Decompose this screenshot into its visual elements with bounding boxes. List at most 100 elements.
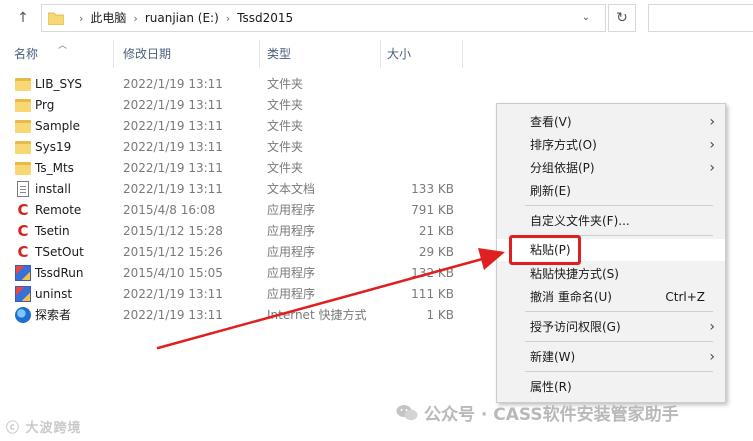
file-row[interactable]: Sample 2022/1/19 13:11 文件夹 <box>10 116 480 137</box>
chevron-right-icon: › <box>709 137 715 153</box>
file-size: 1 KB <box>426 308 454 322</box>
file-row[interactable]: C Tsetin 2015/1/12 15:28 应用程序 21 KB <box>10 221 480 242</box>
paste-highlight-box <box>509 235 581 265</box>
column-divider[interactable] <box>259 40 260 68</box>
breadcrumb-item[interactable]: ruanjian (E:) <box>145 11 219 25</box>
folder-icon <box>15 120 31 133</box>
file-type: 应用程序 <box>267 245 316 259</box>
menu-shortcut: Ctrl+Z <box>665 290 705 304</box>
file-size: 791 KB <box>411 203 454 217</box>
file-name: Ts_Mts <box>35 161 74 175</box>
menu-separator <box>525 341 713 342</box>
file-name: Tsetin <box>35 224 70 238</box>
file-size: 132 KB <box>411 266 454 280</box>
chevron-right-icon: › <box>709 160 715 176</box>
file-date: 2022/1/19 13:11 <box>123 98 223 112</box>
menu-item-sort-by[interactable]: 排序方式(O) › <box>497 134 725 156</box>
file-name: TssdRun <box>35 266 84 280</box>
file-name: install <box>35 182 71 196</box>
file-name: LIB_SYS <box>35 77 83 91</box>
menu-separator <box>525 205 713 206</box>
wechat-icon <box>396 405 418 421</box>
file-type: Internet 快捷方式 <box>267 308 367 322</box>
file-size: 133 KB <box>411 182 454 196</box>
folder-icon <box>15 162 31 175</box>
file-name: Sys19 <box>35 140 72 154</box>
menu-item-paste-shortcut[interactable]: 粘贴快捷方式(S) <box>497 263 725 285</box>
file-row[interactable]: 探索者 2022/1/19 13:11 Internet 快捷方式 1 KB <box>10 305 480 326</box>
address-toolbar: ↑ › 此电脑 › ruanjian (E:) › Tssd2015 ⌄ ↻ <box>0 0 753 36</box>
column-header-type[interactable]: 类型 <box>267 40 291 68</box>
file-name: 探索者 <box>35 308 72 322</box>
up-arrow-icon[interactable]: ↑ <box>14 9 32 27</box>
grid-app-icon <box>15 286 31 302</box>
menu-item-properties[interactable]: 属性(R) <box>497 376 725 398</box>
menu-item-undo-rename[interactable]: 撤消 重命名(U) Ctrl+Z <box>497 286 725 308</box>
refresh-icon: ↻ <box>616 10 628 26</box>
address-bar[interactable]: › 此电脑 › ruanjian (E:) › Tssd2015 <box>41 4 606 32</box>
app-icon: C <box>17 243 29 261</box>
watermark-logo-icon: ⓒ <box>6 421 21 436</box>
column-divider[interactable] <box>380 40 381 68</box>
chevron-right-icon[interactable]: › <box>226 12 230 25</box>
file-type: 文件夹 <box>267 98 304 112</box>
file-type: 文本文档 <box>267 182 316 196</box>
chevron-right-icon[interactable]: › <box>133 12 137 25</box>
watermark-left: ⓒ 大波跨境 <box>6 421 82 436</box>
file-row[interactable]: install 2022/1/19 13:11 文本文档 133 KB <box>10 179 480 200</box>
menu-item-grant-access[interactable]: 授予访问权限(G) › <box>497 316 725 338</box>
column-header-modified[interactable]: 修改日期 <box>123 40 171 68</box>
file-row[interactable]: Sys19 2022/1/19 13:11 文件夹 <box>10 137 480 158</box>
chevron-right-icon: › <box>709 349 715 365</box>
file-date: 2022/1/19 13:11 <box>123 140 223 154</box>
search-input[interactable] <box>648 4 753 32</box>
file-row[interactable]: uninst 2022/1/19 13:11 应用程序 111 KB <box>10 284 480 305</box>
file-row[interactable]: Ts_Mts 2022/1/19 13:11 文件夹 <box>10 158 480 179</box>
grid-app-icon <box>15 265 31 281</box>
file-name: TSetOut <box>35 245 84 259</box>
column-divider[interactable] <box>462 40 463 68</box>
chevron-right-icon: › <box>709 114 715 130</box>
file-date: 2015/4/10 15:05 <box>123 266 223 280</box>
breadcrumb: › 此电脑 › ruanjian (E:) › Tssd2015 <box>72 5 293 31</box>
breadcrumb-item[interactable]: Tssd2015 <box>237 11 293 25</box>
menu-item-new[interactable]: 新建(W) › <box>497 346 725 368</box>
file-name: Prg <box>35 98 55 112</box>
column-divider[interactable] <box>113 40 114 68</box>
app-icon: C <box>17 222 29 240</box>
file-date: 2022/1/19 13:11 <box>123 182 223 196</box>
watermark-right: 公众号 · CASS软件安装管家助手 <box>396 400 679 425</box>
folder-icon <box>15 141 31 154</box>
folder-icon <box>15 78 31 91</box>
file-row[interactable]: Prg 2022/1/19 13:11 文件夹 <box>10 95 480 116</box>
file-size: 29 KB <box>418 245 454 259</box>
file-type: 应用程序 <box>267 203 316 217</box>
file-date: 2022/1/19 13:11 <box>123 287 223 301</box>
chevron-right-icon[interactable]: › <box>79 12 83 25</box>
chevron-right-icon: › <box>709 319 715 335</box>
menu-item-group-by[interactable]: 分组依据(P) › <box>497 157 725 179</box>
file-date: 2015/1/12 15:28 <box>123 224 223 238</box>
file-type: 文件夹 <box>267 140 304 154</box>
menu-item-view[interactable]: 查看(V) › <box>497 111 725 133</box>
app-icon: C <box>17 201 29 219</box>
column-header-name[interactable]: 名称 <box>14 40 38 68</box>
menu-item-customize-folder[interactable]: 自定义文件夹(F)... <box>497 210 725 232</box>
menu-item-refresh[interactable]: 刷新(E) <box>497 180 725 202</box>
file-date: 2022/1/19 13:11 <box>123 161 223 175</box>
refresh-button[interactable]: ↻ <box>608 4 636 32</box>
folder-icon <box>15 99 31 112</box>
column-header-size[interactable]: 大小 <box>387 40 411 68</box>
file-row[interactable]: TssdRun 2015/4/10 15:05 应用程序 132 KB <box>10 263 480 284</box>
breadcrumb-item[interactable]: 此电脑 <box>90 11 126 25</box>
file-type: 应用程序 <box>267 224 316 238</box>
file-row[interactable]: C Remote 2015/4/8 16:08 应用程序 791 KB <box>10 200 480 221</box>
file-row[interactable]: LIB_SYS 2022/1/19 13:11 文件夹 <box>10 74 480 95</box>
file-row[interactable]: C TSetOut 2015/1/12 15:26 应用程序 29 KB <box>10 242 480 263</box>
file-type: 文件夹 <box>267 119 304 133</box>
folder-icon <box>48 12 64 25</box>
file-date: 2015/4/8 16:08 <box>123 203 216 217</box>
sort-ascending-icon: ︿ <box>58 41 68 51</box>
chevron-down-icon[interactable]: ⌄ <box>566 4 606 32</box>
file-size: 111 KB <box>411 287 454 301</box>
